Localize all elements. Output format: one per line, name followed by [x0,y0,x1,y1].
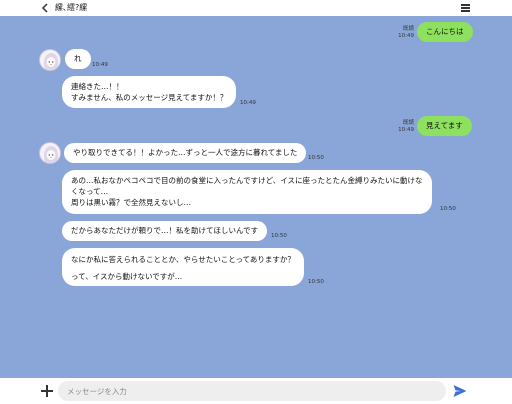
send-icon [453,385,467,397]
message-time: 10:50 [440,206,456,212]
chat-title: 縲､繧?縲 [55,3,88,12]
message-time: 10:49 [240,100,256,106]
message-time: 10:49 [92,62,108,68]
menu-button[interactable] [460,2,472,14]
message-time: 10:50 [308,279,324,285]
message-composer [0,378,512,404]
message-time: 10:50 [308,155,324,161]
avatar-icon [40,143,60,163]
message-time: 10:50 [271,233,287,239]
back-button[interactable] [38,1,52,15]
message-bubble-incoming[interactable]: 連絡きた…！！ すみません、私のメッセージ見えてますか！？ [62,76,237,108]
message-bubble-incoming[interactable]: だからあなただけが頼りで…！私を助けてほしいんです [62,221,268,241]
hamburger-menu-icon [461,4,470,6]
read-receipt: 既読 10:49 [398,120,414,133]
add-button[interactable] [40,384,54,398]
message-input[interactable] [58,381,446,401]
avatar-icon [40,50,60,70]
chevron-left-icon [41,3,48,13]
avatar[interactable] [39,49,61,71]
send-button[interactable] [452,383,468,399]
message-bubble-incoming[interactable]: やり取りできてる！！よかった…ずっと一人で途方に暮れてました [64,143,307,163]
avatar[interactable] [39,142,61,164]
read-receipt: 既読 10:49 [398,26,414,39]
message-bubble-incoming[interactable]: なにか私に答えられることとか、やらせたいことってありますか？ って、イスから動け… [62,248,304,286]
message-bubble-incoming[interactable]: れ [65,49,91,69]
chat-area[interactable]: 既読 10:49 こんにちは れ 10:49 連絡きた…！！ すみません、私のメ… [0,16,512,378]
chat-header: 縲､繧?縲 [0,0,512,16]
message-bubble-outgoing[interactable]: こんにちは [417,22,473,42]
message-bubble-incoming[interactable]: あの…私おなかペコペコで目の前の食堂に入ったんですけど、イスに座ったとたん金縛り… [62,170,432,214]
message-bubble-outgoing[interactable]: 見えてます [417,116,472,136]
